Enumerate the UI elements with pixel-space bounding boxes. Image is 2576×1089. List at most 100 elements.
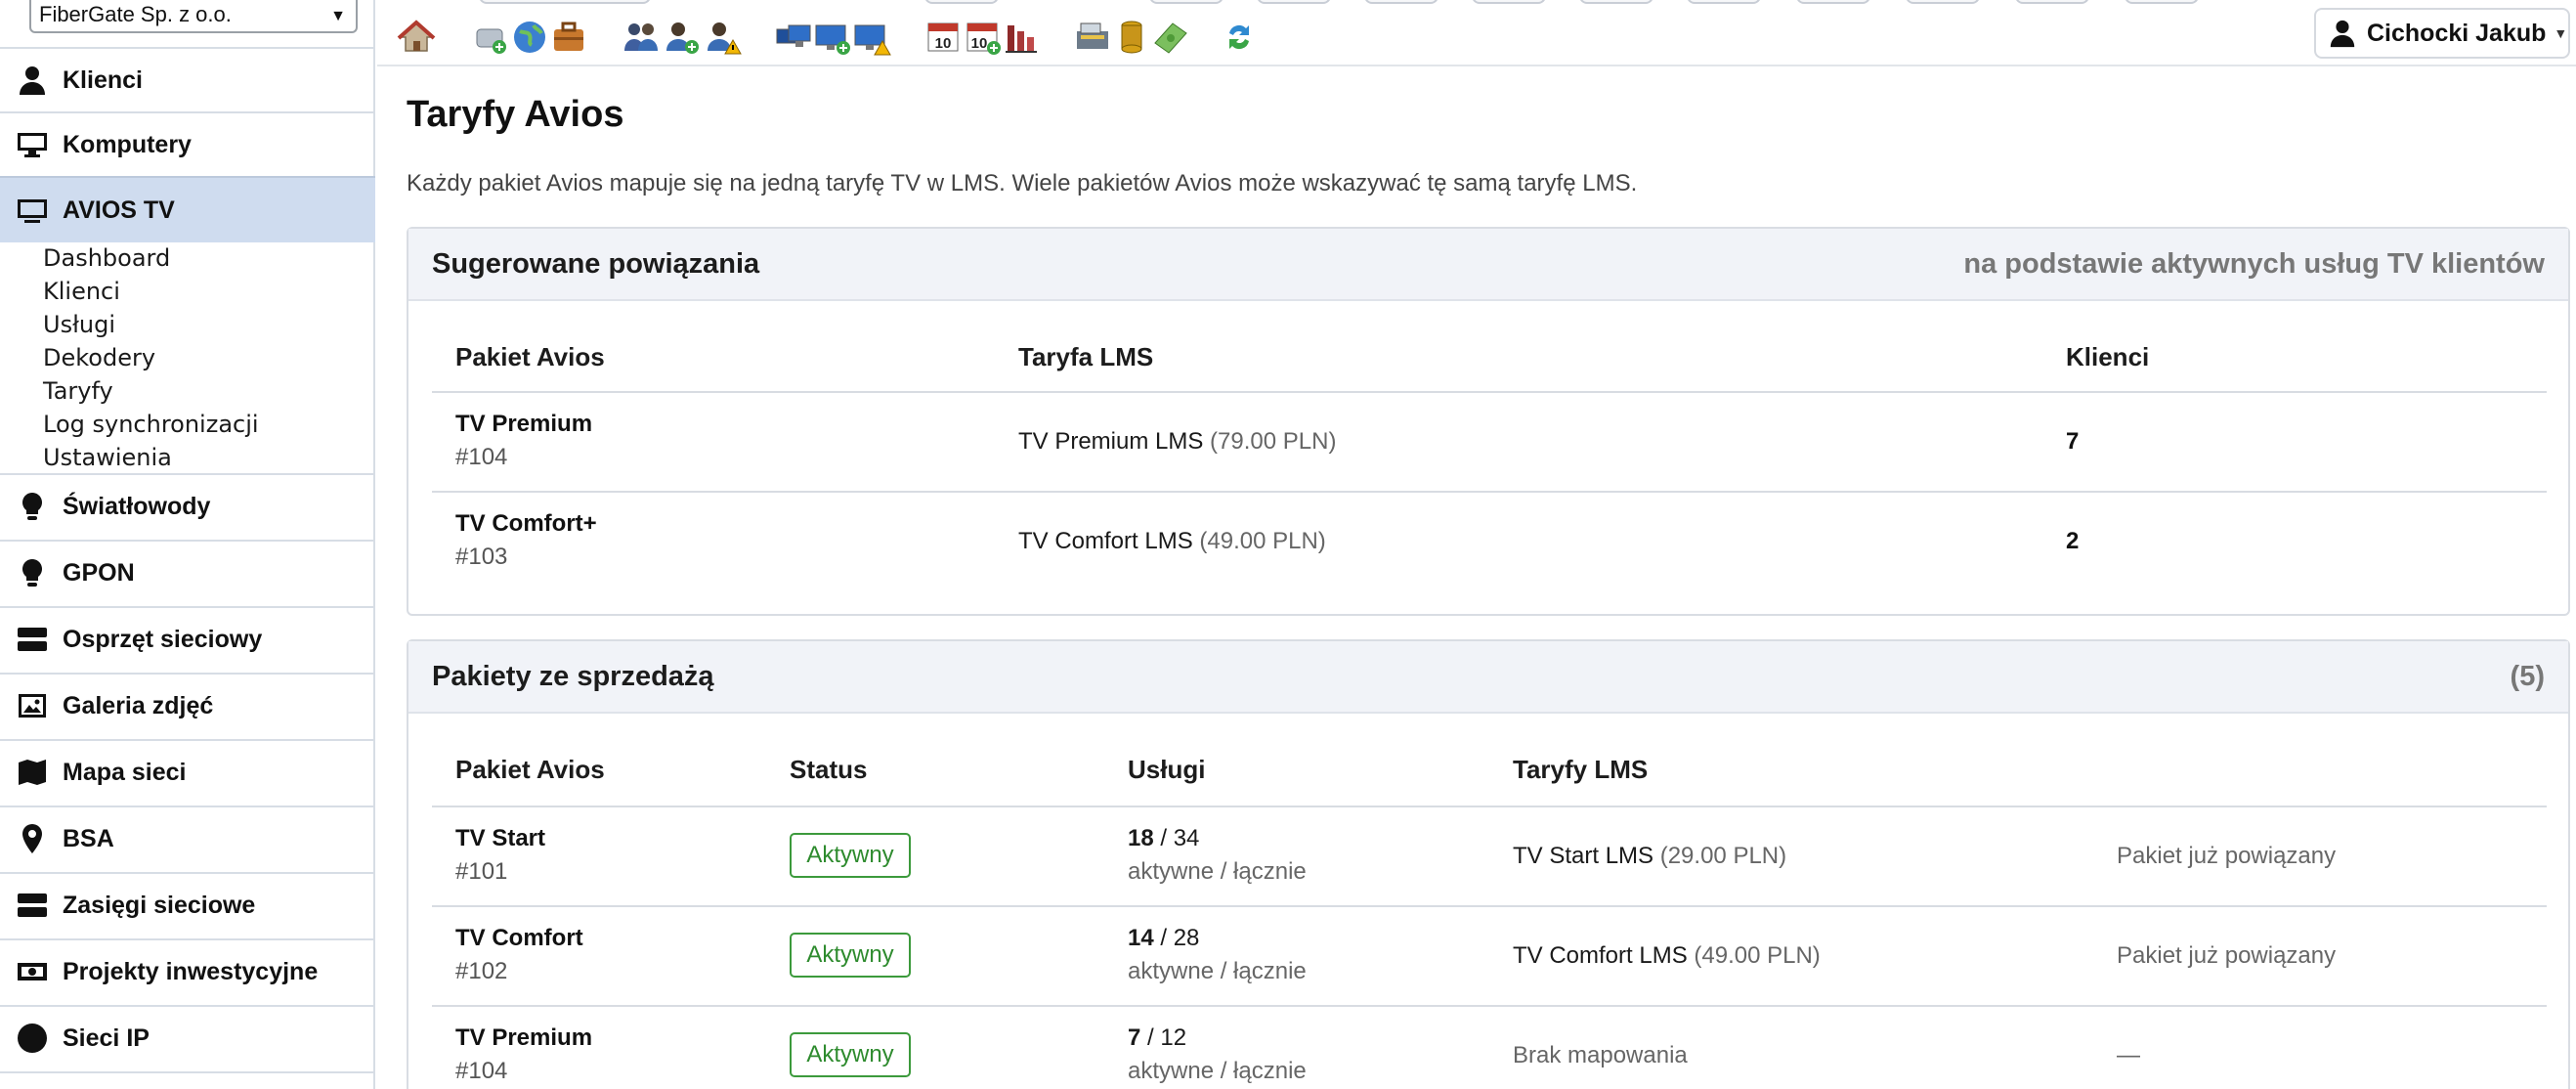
toolbar-tab[interactable] [1257, 0, 1331, 4]
sidebar-item-label: Światłowody [63, 492, 211, 520]
sidebar-item-zasiegi-sieciowe[interactable]: Zasięgi sieciowe [0, 872, 375, 937]
sidebar-item-projekty-inwestycyjne[interactable]: Projekty inwestycyjne [0, 938, 375, 1003]
home-icon[interactable] [397, 18, 436, 57]
sidebar: FiberGate Sp. z o.o. ▼ Klienci Komputery… [0, 0, 375, 1089]
tariff-price: (29.00 PLN) [1659, 843, 1787, 869]
money-icon [16, 955, 49, 988]
package-id: #101 [455, 858, 508, 885]
toolbar-tab[interactable] [1472, 0, 1546, 4]
toolbar-tab[interactable] [1364, 0, 1438, 4]
toolbar-tab[interactable] [2015, 0, 2089, 4]
top-toolbar: 10 10 Cichocki Jakub ▼ [377, 0, 2576, 66]
mapping-note: Pakiet już powiązany [2117, 843, 2337, 869]
column-header[interactable]: Pakiet Avios [455, 755, 605, 785]
toolbar-tab[interactable] [1906, 0, 1980, 4]
subnav-uslugi[interactable]: Usługi [43, 311, 115, 338]
sidebar-item-galeria-zdjec[interactable]: Galeria zdjęć [0, 673, 375, 737]
package-name: TV Start [455, 825, 546, 851]
page-title: Taryfy Avios [407, 94, 624, 135]
package-id: #102 [455, 958, 508, 984]
settings-add-icon[interactable] [471, 18, 510, 57]
services-count: 14 / 28 [1128, 925, 1199, 952]
subnav-log-synchronizacji[interactable]: Log synchronizacji [43, 411, 259, 438]
mapping-note: Pakiet już powiązany [2117, 942, 2337, 969]
user-add-icon[interactable] [663, 18, 702, 57]
toolbar-tab[interactable] [1796, 0, 1870, 4]
globe-icon[interactable] [510, 18, 549, 57]
sidebar-item-komputery[interactable]: Komputery [0, 111, 375, 176]
sidebar-item-mapa-sieci[interactable]: Mapa sieci [0, 739, 375, 804]
user-icon [16, 64, 49, 97]
lightbulb-icon [16, 556, 49, 589]
panel-meta: na podstawie aktywnych usług TV klientów [1963, 248, 2545, 280]
subnav-taryfy[interactable]: Taryfy [43, 377, 113, 405]
sidebar-item-gpon[interactable]: GPON [0, 540, 375, 604]
services-total: / 34 [1160, 825, 1200, 851]
banknote-icon[interactable] [1151, 18, 1190, 57]
toolbar-tab[interactable] [479, 0, 651, 4]
calendar-add-icon[interactable]: 10 [964, 18, 1003, 57]
user-name: Cichocki Jakub [2367, 19, 2547, 47]
users-icon[interactable] [622, 18, 661, 57]
subnav-klienci[interactable]: Klienci [43, 278, 120, 305]
sidebar-item-bsa[interactable]: BSA [0, 806, 375, 870]
sidebar-item-label: Zasięgi sieciowe [63, 891, 256, 919]
tariff-name: TV Comfort LMS [1018, 528, 1193, 554]
computer-warning-icon[interactable] [852, 18, 891, 57]
packages-panel: Pakiety ze sprzedażą (5) Pakiet Avios St… [407, 639, 2570, 1089]
divider [432, 491, 2547, 493]
sidebar-item-swiatlowody[interactable]: Światłowody [0, 473, 375, 538]
column-header[interactable]: Pakiet Avios [455, 342, 605, 372]
column-header[interactable]: Status [790, 755, 867, 785]
monitor-icon [16, 128, 49, 161]
sidebar-item-label: Osprzęt sieciowy [63, 625, 263, 653]
column-header[interactable]: Usługi [1128, 755, 1205, 785]
column-header[interactable]: Taryfa LMS [1018, 342, 1153, 372]
sidebar-item-klienci[interactable]: Klienci [0, 47, 375, 111]
subnav-ustawienia[interactable]: Ustawienia [43, 444, 172, 471]
sidebar-item-osprzet-sieciowy[interactable]: Osprzęt sieciowy [0, 606, 375, 671]
coins-icon[interactable] [1112, 18, 1151, 57]
toolbar-tab[interactable] [2125, 0, 2199, 4]
sidebar-item-divider [0, 1071, 375, 1089]
calendar-icon[interactable]: 10 [924, 18, 964, 57]
sync-icon[interactable] [1220, 18, 1259, 57]
column-header[interactable]: Taryfy LMS [1513, 755, 1648, 785]
status-badge: Aktywny [790, 833, 911, 878]
divider [432, 905, 2547, 907]
sidebar-item-avios-tv[interactable]: AVIOS TV [0, 176, 375, 242]
suggested-mappings-panel: Sugerowane powiązania na podstawie aktyw… [407, 227, 2570, 616]
svg-text:10: 10 [971, 35, 988, 52]
toolbar-tab[interactable] [924, 0, 999, 4]
computers-icon[interactable] [774, 18, 813, 57]
column-header[interactable]: Klienci [2066, 342, 2149, 372]
services-active: 7 [1128, 1024, 1141, 1051]
toolbar-tab[interactable] [1687, 0, 1761, 4]
computer-add-icon[interactable] [813, 18, 852, 57]
user-menu[interactable]: Cichocki Jakub ▼ [2314, 8, 2570, 59]
map-pin-icon [16, 822, 49, 855]
panel-title: Sugerowane powiązania [432, 248, 760, 280]
sidebar-item-label: Projekty inwestycyjne [63, 957, 319, 985]
services-caption: aktywne / łącznie [1128, 958, 1307, 984]
company-select[interactable]: FiberGate Sp. z o.o. ▼ [29, 0, 358, 33]
tariff-name: TV Comfort LMS [1513, 942, 1688, 969]
divider [432, 1005, 2547, 1007]
sidebar-item-label: AVIOS TV [63, 196, 175, 224]
briefcase-icon[interactable] [549, 18, 588, 57]
tariff-price: (49.00 PLN) [1694, 942, 1821, 969]
subnav-dekodery[interactable]: Dekodery [43, 344, 155, 371]
sidebar-item-label: Komputery [63, 130, 192, 158]
user-warning-icon[interactable] [704, 18, 743, 57]
toolbar-tab[interactable] [1579, 0, 1653, 4]
sidebar-item-sieci-ip[interactable]: Sieci IP [0, 1005, 375, 1069]
package-id: #103 [455, 544, 508, 570]
sidebar-item-label: Mapa sieci [63, 758, 187, 786]
bar-chart-icon[interactable] [1003, 18, 1042, 57]
subnav-dashboard[interactable]: Dashboard [43, 244, 170, 272]
services-caption: aktywne / łącznie [1128, 858, 1307, 885]
globe-icon [16, 1022, 49, 1055]
cash-register-icon[interactable] [1073, 18, 1112, 57]
toolbar-tab[interactable] [1149, 0, 1224, 4]
tariff-price: (79.00 PLN) [1210, 428, 1337, 455]
